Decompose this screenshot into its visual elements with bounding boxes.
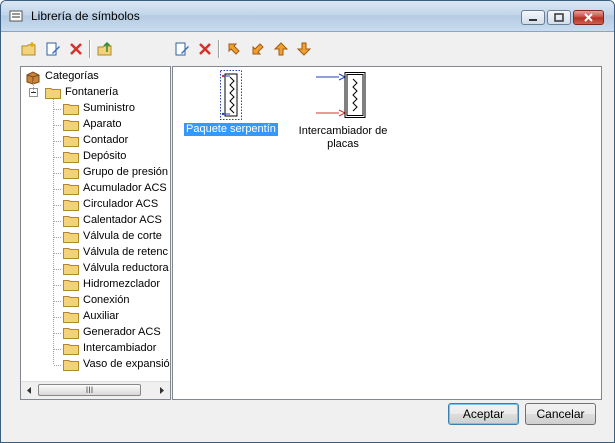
tree-item-label: Vaso de expansió	[83, 358, 170, 370]
folder-icon	[63, 120, 79, 131]
tree-item[interactable]: Contador	[61, 133, 170, 149]
close-button[interactable]	[573, 10, 604, 25]
tree-item-label: Depósito	[83, 150, 127, 162]
folder-icon	[63, 248, 79, 259]
toolbar-separator	[218, 40, 220, 58]
app-icon	[9, 10, 23, 22]
folder-icon	[63, 296, 79, 307]
symbol-label: Paquete serpentín	[184, 123, 278, 136]
tree-item-label: Intercambiador	[83, 342, 157, 354]
tree-item-label: Válvula reductora	[83, 262, 169, 274]
delete-symbol-icon[interactable]	[197, 41, 213, 57]
tree-item[interactable]: Hidromezclador	[61, 277, 170, 293]
tree-item[interactable]: Intercambiador	[61, 341, 170, 357]
tree-item-label: Hidromezclador	[83, 278, 161, 290]
folder-icon	[63, 136, 79, 147]
close-icon	[584, 13, 593, 22]
tree-item[interactable]: Calentador ACS	[61, 213, 170, 229]
tree-item[interactable]: Auxiliar	[61, 309, 170, 325]
new-folder-icon[interactable]	[21, 41, 37, 57]
symbols-list[interactable]: Paquete serpentín Intercambiador de plac…	[172, 66, 602, 400]
tree-item-label: Calentador ACS	[83, 214, 162, 226]
tree-item-label: Grupo de presión	[83, 166, 168, 178]
category-tree[interactable]: Categorías Fontanería Suministro Aparato C…	[20, 66, 171, 400]
folder-icon	[63, 280, 79, 291]
delete-icon[interactable]	[68, 41, 84, 57]
tree-item[interactable]: Circulador ACS	[61, 197, 170, 213]
toolbar-separator	[89, 40, 91, 58]
toolbar	[1, 32, 614, 66]
tree-item[interactable]: Grupo de presión	[61, 165, 170, 181]
tree-item[interactable]: Vaso de expansió	[61, 357, 170, 373]
tree-item-label: Conexión	[83, 294, 130, 306]
scrollbar-thumb[interactable]: III	[38, 384, 141, 396]
tree-item[interactable]: Válvula de retenc	[61, 245, 170, 261]
folder-icon	[63, 216, 79, 227]
folder-icon	[63, 344, 79, 355]
arrow-up-icon[interactable]	[273, 41, 289, 57]
scroll-left-icon[interactable]	[23, 385, 35, 396]
folder-icon	[63, 200, 79, 211]
folder-icon	[63, 184, 79, 195]
edit-symbol-icon[interactable]	[174, 41, 190, 57]
minimize-button[interactable]	[521, 10, 545, 25]
open-folder-up-icon[interactable]	[97, 41, 113, 57]
tree-item[interactable]: Generador ACS	[61, 325, 170, 341]
symbol-item-paquete-serpentin[interactable]: Paquete serpentín	[181, 69, 281, 137]
dialog-window: Librería de símbolos Categorías Fontaner…	[0, 0, 615, 443]
symbol-label-line1: Intercambiador de	[298, 125, 388, 137]
tree-item[interactable]: Suministro	[61, 101, 170, 117]
tree-item[interactable]: Aparato	[61, 117, 170, 133]
tree-item[interactable]: Válvula de corte	[61, 229, 170, 245]
minimize-icon	[529, 19, 537, 21]
folder-icon	[63, 104, 79, 115]
scroll-right-icon[interactable]	[156, 385, 168, 396]
tree-item[interactable]: Depósito	[61, 149, 170, 165]
folder-icon	[63, 312, 79, 323]
window-title: Librería de símbolos	[31, 9, 140, 23]
symbol-item-intercambiador-placas[interactable]: Intercambiador de placas	[293, 69, 393, 150]
move-down-left-icon[interactable]	[250, 41, 266, 57]
move-up-left-icon[interactable]	[226, 41, 242, 57]
plate-exchanger-symbol-icon	[316, 72, 366, 118]
folder-icon	[63, 168, 79, 179]
tree-item-label: Suministro	[83, 102, 135, 114]
tree-item[interactable]: Conexión	[61, 293, 170, 309]
tree-horizontal-scrollbar[interactable]: III	[21, 381, 170, 399]
folder-icon	[63, 328, 79, 339]
tree-item-label: Auxiliar	[83, 310, 120, 322]
symbol-label-line2: placas	[327, 138, 359, 150]
folder-icon	[63, 232, 79, 243]
folder-icon	[63, 360, 79, 371]
tree-item-label: Válvula de corte	[83, 230, 162, 242]
tree-item-label: Contador	[83, 134, 129, 146]
tree-item-label: Circulador ACS	[83, 198, 159, 210]
tree-item[interactable]: Válvula reductora	[61, 261, 170, 277]
folder-icon	[63, 152, 79, 163]
tree-item[interactable]: Acumulador ACS	[61, 181, 170, 197]
accept-button[interactable]: Aceptar	[448, 403, 519, 425]
coil-package-symbol-icon	[220, 70, 242, 120]
edit-icon[interactable]	[45, 41, 61, 57]
tree-item-label: Válvula de retenc	[83, 246, 168, 258]
tree-item-label: Aparato	[83, 118, 122, 130]
scrollbar-grip: III	[85, 385, 94, 395]
cancel-button[interactable]: Cancelar	[525, 403, 596, 425]
folder-icon	[63, 264, 79, 275]
tree-item-label: Acumulador ACS	[83, 182, 167, 194]
arrow-down-icon[interactable]	[296, 41, 312, 57]
maximize-icon	[554, 13, 564, 22]
tree-item-label: Generador ACS	[83, 326, 161, 338]
title-bar[interactable]: Librería de símbolos	[1, 1, 614, 32]
maximize-button[interactable]	[547, 10, 571, 25]
